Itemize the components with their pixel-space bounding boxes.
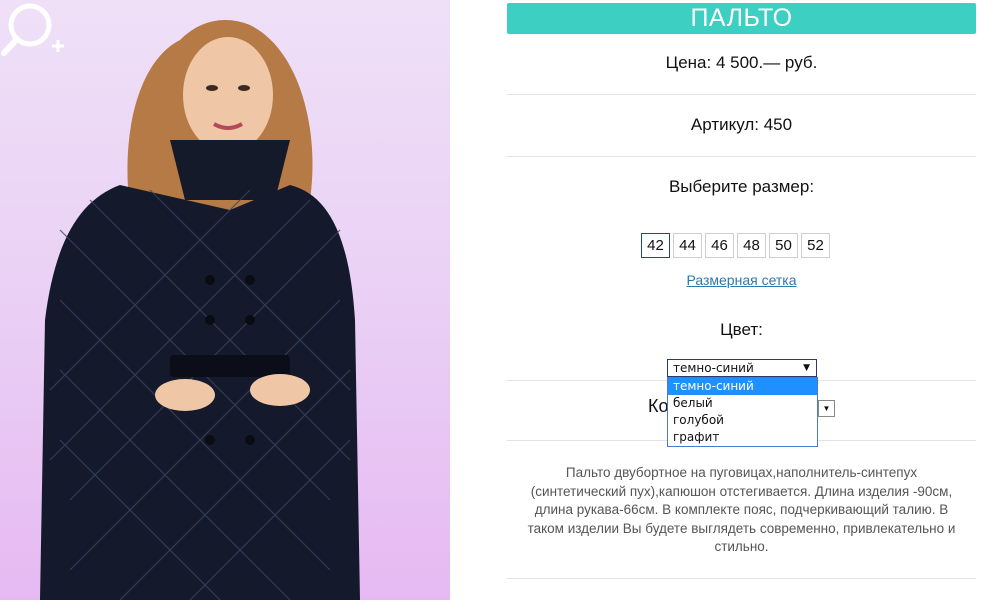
chevron-down-icon: ▼ bbox=[803, 363, 810, 373]
product-article: Артикул: 450 bbox=[690, 115, 793, 134]
product-photo[interactable] bbox=[0, 0, 450, 600]
divider bbox=[507, 94, 976, 95]
zoom-in-icon[interactable] bbox=[0, 0, 70, 65]
divider bbox=[507, 156, 976, 157]
product-price: Цена: 4 500.— руб. bbox=[665, 53, 818, 72]
size-chart-link[interactable]: Размерная сетка bbox=[507, 272, 976, 288]
product-photo-illustration bbox=[40, 20, 360, 600]
color-heading: Цвет: bbox=[720, 320, 763, 339]
color-dropdown-list: темно-синий белый голубой графит bbox=[667, 377, 818, 447]
size-option-48[interactable]: 48 bbox=[737, 233, 766, 258]
color-option[interactable]: голубой bbox=[668, 412, 817, 429]
chevron-down-icon: ▼ bbox=[822, 404, 831, 413]
size-option-46[interactable]: 46 bbox=[705, 233, 734, 258]
size-option-42[interactable]: 42 bbox=[641, 233, 670, 258]
divider bbox=[507, 578, 976, 579]
product-description: Пальто двубортное на пуговицах,наполните… bbox=[527, 465, 956, 554]
size-option-52[interactable]: 52 bbox=[801, 233, 830, 258]
size-option-44[interactable]: 44 bbox=[673, 233, 702, 258]
size-option-50[interactable]: 50 bbox=[769, 233, 798, 258]
quantity-label: Ко bbox=[648, 396, 669, 416]
color-option[interactable]: белый bbox=[668, 395, 817, 412]
color-select[interactable]: темно-синий ▼ bbox=[667, 359, 817, 377]
color-select-value: темно-синий bbox=[673, 361, 754, 375]
product-title: ПАЛЬТО bbox=[507, 3, 976, 34]
product-info-panel: ПАЛЬТО Цена: 4 500.— руб. Артикул: 450 В… bbox=[507, 0, 976, 600]
color-option[interactable]: темно-синий bbox=[668, 378, 817, 395]
size-selector: 42 44 46 48 50 52 bbox=[641, 233, 830, 258]
color-option[interactable]: графит bbox=[668, 429, 817, 446]
quantity-select[interactable]: ▼ bbox=[818, 400, 835, 417]
size-heading: Выберите размер: bbox=[668, 177, 815, 196]
